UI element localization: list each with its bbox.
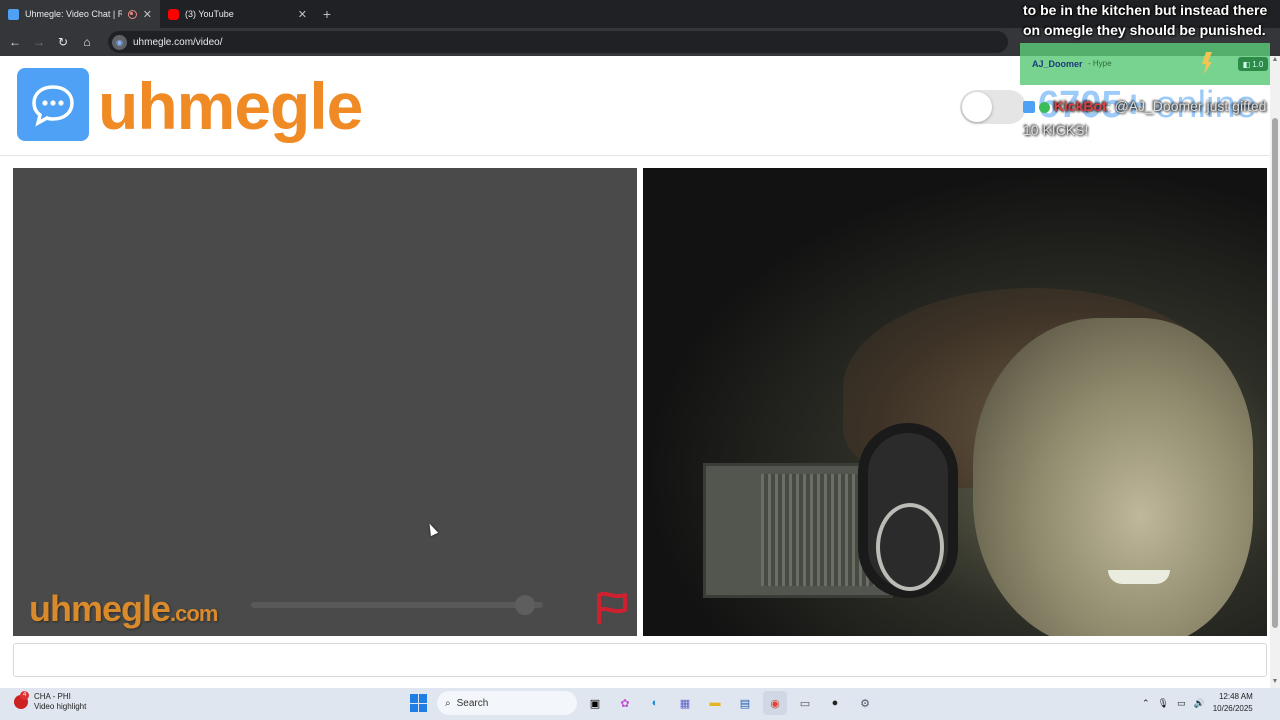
tab-uhmegle[interactable]: Uhmegle: Video Chat | Rand ✕ [0, 0, 160, 28]
report-flag-button[interactable] [591, 590, 631, 626]
hype-username: AJ_Doomer [1032, 59, 1083, 69]
watermark-domain: .com [170, 601, 218, 626]
page-scrollbar[interactable]: ▲ ▼ [1270, 56, 1280, 688]
scroll-up-icon[interactable]: ▲ [1271, 56, 1279, 66]
reload-button[interactable]: ↻ [54, 33, 72, 51]
dark-mode-toggle[interactable] [960, 90, 1026, 124]
tab-title: (3) YouTube [185, 9, 234, 19]
teams-icon[interactable]: ▦ [673, 691, 697, 715]
taskbar-search[interactable]: ⌕ Search [437, 691, 577, 715]
clock-time: 12:48 AM [1218, 692, 1253, 701]
chrome-icon[interactable]: ◉ [763, 691, 787, 715]
volume-slider-thumb[interactable] [515, 595, 535, 615]
chat-message-input[interactable] [13, 643, 1267, 677]
network-icon[interactable]: ▭ [1177, 698, 1186, 709]
windows-start-icon[interactable] [407, 691, 431, 715]
widget-title: CHA - PHI [34, 692, 71, 701]
search-icon: ⌕ [445, 697, 451, 709]
chevron-up-icon[interactable]: ⌃ [1142, 698, 1150, 709]
uhmegle-favicon-icon [8, 8, 19, 20]
forward-button[interactable]: → [30, 33, 48, 51]
url-text: uhmegle.com/video/ [133, 36, 223, 48]
site-info-icon[interactable]: ◉ [112, 34, 127, 50]
taskbar-apps: ⌕ Search ▣ ✿ ◐ ▦ ▬ ▤ ◉ ▭ ● ⚙ [407, 691, 877, 715]
hype-badge: ◧ 1.0 [1238, 57, 1268, 71]
edge-icon[interactable]: ◐ [643, 691, 667, 715]
file-explorer-icon[interactable]: ▬ [703, 691, 727, 715]
obs-icon[interactable]: ● [823, 691, 847, 715]
toggle-knob [962, 92, 992, 122]
address-bar[interactable]: ◉ uhmegle.com/video/ [108, 31, 1008, 53]
widget-text: CHA - PHI Video highlight [34, 692, 86, 712]
app-icon: 4 [14, 691, 29, 709]
video-watermark: uhmegle.com [29, 588, 218, 630]
video-person-face [973, 318, 1253, 636]
kickbot-name: KickBot [1053, 98, 1107, 114]
settings-icon[interactable]: ⚙ [853, 691, 877, 715]
scroll-down-icon[interactable]: ▼ [1271, 678, 1279, 688]
flag-icon [597, 591, 627, 624]
system-tray: ⌃ 🎙 ▭ 🔊 12:48 AM 10/26/2025 [1142, 691, 1253, 715]
tab-title: Uhmegle: Video Chat | Rand [25, 9, 122, 19]
tab-youtube[interactable]: (3) YouTube ✕ [160, 0, 315, 28]
close-tab-icon[interactable]: ✕ [298, 8, 307, 21]
search-label: Search [456, 697, 489, 709]
headphones-shape [858, 423, 958, 598]
remote-video-panel [643, 168, 1267, 636]
taskbar-widget[interactable]: 4 CHA - PHI Video highlight [14, 691, 86, 712]
back-button[interactable]: ← [6, 33, 24, 51]
hype-label: - Hype [1088, 59, 1112, 68]
microphone-icon[interactable]: 🎙 [1158, 698, 1169, 709]
chat-bubble-logo-icon[interactable] [17, 68, 89, 141]
youtube-favicon-icon [168, 8, 179, 20]
site-logo-text[interactable]: uhmegle [98, 68, 363, 144]
video-person-smile [1108, 570, 1170, 584]
close-tab-icon[interactable]: ✕ [143, 8, 152, 21]
hype-badge-value: 1.0 [1252, 59, 1264, 69]
volume-slider[interactable] [251, 595, 543, 615]
kickbot-message: KickBot: @AJ_Doomer just gifted 10 KICKS… [1023, 94, 1280, 142]
bot-badge-icon [1023, 101, 1035, 114]
volume-icon[interactable]: 🔊 [1194, 698, 1205, 709]
photos-icon[interactable]: ▭ [793, 691, 817, 715]
stream-chat-message: to be in the kitchen but instead there o… [1023, 2, 1268, 38]
task-view-icon[interactable]: ▣ [583, 691, 607, 715]
local-video-panel: uhmegle.com [13, 168, 637, 636]
hype-train-banner: AJ_Doomer - Hype ◧ 1.0 [1020, 43, 1270, 85]
clock-date: 10/26/2025 [1212, 704, 1253, 713]
system-clock[interactable]: 12:48 AM 10/26/2025 [1213, 691, 1253, 715]
verified-badge-icon [1038, 101, 1050, 113]
kick-icon: ◧ [1242, 59, 1251, 69]
store-icon[interactable]: ▤ [733, 691, 757, 715]
windows-taskbar: 4 CHA - PHI Video highlight ⌕ Search ▣ ✿… [0, 688, 1280, 720]
home-button[interactable]: ⌂ [78, 33, 96, 51]
widget-subtitle: Video highlight [34, 702, 87, 711]
recording-icon [127, 9, 137, 19]
notification-count: 4 [20, 691, 29, 700]
lightning-icon [1202, 52, 1212, 74]
new-tab-button[interactable]: + [315, 0, 339, 28]
scrollbar-thumb[interactable] [1272, 118, 1278, 628]
watermark-text: uhmegle [29, 588, 171, 629]
copilot-icon[interactable]: ✿ [613, 691, 637, 715]
